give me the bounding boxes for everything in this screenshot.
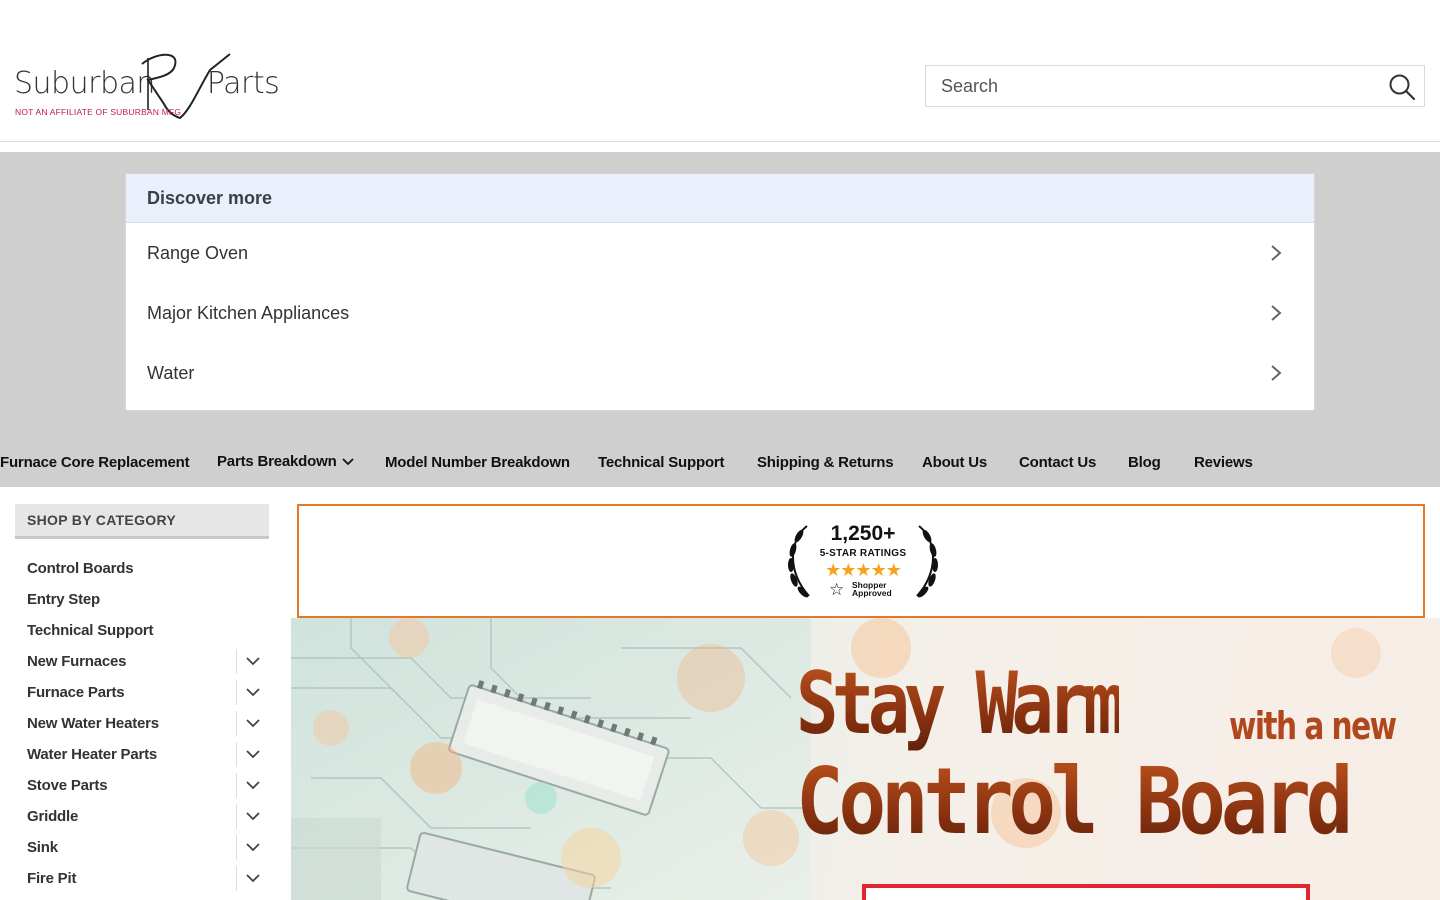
search-icon[interactable] [1388,73,1416,101]
category-expand-toggle[interactable] [236,742,269,767]
shopper-approved-badge[interactable]: 1,250+ 5-STAR RATINGS ★★★★★ ☆ Shopper App… [785,520,941,602]
chevron-down-icon [246,812,260,821]
nav-model-number-breakdown[interactable]: Model Number Breakdown [385,454,570,471]
chevron-right-icon [1271,305,1282,321]
hero-headline-line2: Control Board [796,748,1353,855]
star-outline-icon: ☆ [829,580,845,599]
shopper-approved-text: Shopper Approved [852,581,892,598]
hero-cta-button[interactable] [862,884,1310,900]
chevron-down-icon [246,657,260,666]
discover-item-label: Range Oven [147,243,249,263]
category-expand-toggle[interactable] [236,866,269,891]
chevron-right-icon [1271,245,1282,261]
nav-about-us[interactable]: About Us [922,454,987,471]
category-expand-toggle[interactable] [236,804,269,829]
category-label: Entry Step [27,591,101,608]
discover-item-label: Water [147,363,195,383]
category-label: Furnace Parts [27,684,125,701]
rating-label: 5-STAR RATINGS [819,548,907,559]
site-header: Suburban Parts NOT AN AFFILIATE OF SUBURB… [0,0,1440,142]
search-input[interactable] [926,66,1366,106]
category-label: Sink [27,839,58,856]
category-expand-toggle[interactable] [236,773,269,798]
nav-parts-breakdown-label: Parts Breakdown [217,453,337,470]
nav-shipping-returns[interactable]: Shipping & Returns [757,454,894,471]
chevron-down-icon [246,874,260,883]
chevron-down-icon [246,688,260,697]
chevron-down-icon [246,843,260,852]
circuit-board-image [291,618,811,900]
discover-item-range-oven[interactable]: Range Oven [126,223,1314,283]
bokeh-light [1331,628,1381,678]
category-label: New Furnaces [27,653,127,670]
category-furnace-parts[interactable]: Furnace Parts [15,677,269,708]
chevron-down-icon [246,781,260,790]
category-expand-toggle[interactable] [236,680,269,705]
star-rating-icon: ★★★★★ [825,560,902,580]
discover-item-water[interactable]: Water [126,343,1314,403]
hero-headline-small: with a new [1229,704,1397,748]
chevron-down-icon [246,750,260,759]
hero-banner[interactable]: Stay Warm with a new Control Board [291,618,1440,900]
category-griddle[interactable]: Griddle [15,801,269,832]
hero-headline-line1-text: Stay Warm [796,654,1126,754]
ratings-banner[interactable]: 1,250+ 5-STAR RATINGS ★★★★★ ☆ Shopper App… [297,504,1425,618]
category-fire-pit[interactable]: Fire Pit [15,863,269,894]
hero-headline-line1: Stay Warm [796,654,1126,754]
nav-contact-us[interactable]: Contact Us [1019,454,1096,471]
category-label: New Water Heaters [27,715,159,732]
category-water-heater-parts[interactable]: Water Heater Parts [15,739,269,770]
category-new-furnaces[interactable]: New Furnaces [15,646,269,677]
search-bar [925,65,1425,107]
category-label: Technical Support [27,622,154,639]
main-nav: Furnace Core Replacement Parts Breakdown… [0,440,1440,487]
logo-tagline: NOT AN AFFILIATE OF SUBURBAN MFG. [15,107,184,117]
category-expand-toggle[interactable] [236,835,269,860]
chevron-down-icon [341,458,354,466]
category-expand-toggle[interactable] [236,711,269,736]
nav-reviews[interactable]: Reviews [1194,454,1253,471]
category-new-water-heaters[interactable]: New Water Heaters [15,708,269,739]
nav-technical-support[interactable]: Technical Support [598,454,725,471]
category-expand-toggle[interactable] [236,649,269,674]
category-entry-step[interactable]: Entry Step [15,584,269,615]
discover-more-panel: Discover more Range Oven Major Kitchen A… [125,173,1315,411]
category-label: Control Boards [27,560,134,577]
category-sink[interactable]: Sink [15,832,269,863]
chevron-right-icon [1271,365,1282,381]
category-label: Water Heater Parts [27,746,158,763]
category-stove-parts[interactable]: Stove Parts [15,770,269,801]
discover-item-label: Major Kitchen Appliances [147,303,350,323]
site-logo[interactable]: Suburban Parts NOT AN AFFILIATE OF SUBURB… [14,50,280,122]
category-technical-support[interactable]: Technical Support [15,615,269,646]
nav-parts-breakdown[interactable]: Parts Breakdown [217,453,354,470]
chevron-down-icon [246,719,260,728]
category-list: Control Boards Entry Step Technical Supp… [15,553,269,894]
shopper-approved-line2: Approved [852,588,892,598]
category-sidebar: SHOP BY CATEGORY Control Boards Entry St… [15,504,269,900]
hero-headline-line2-text: Control Board [796,748,1353,855]
sidebar-title: SHOP BY CATEGORY [15,504,269,539]
nav-furnace-core-replacement[interactable]: Furnace Core Replacement [0,454,190,471]
category-label: Griddle [27,808,79,825]
nav-blog[interactable]: Blog [1128,454,1161,471]
rating-count: 1,250+ [830,522,896,545]
category-label: Fire Pit [27,870,77,887]
discover-more-title: Discover more [126,174,1314,223]
category-control-boards[interactable]: Control Boards [15,553,269,584]
category-label: Stove Parts [27,777,108,794]
discover-item-major-kitchen-appliances[interactable]: Major Kitchen Appliances [126,283,1314,343]
